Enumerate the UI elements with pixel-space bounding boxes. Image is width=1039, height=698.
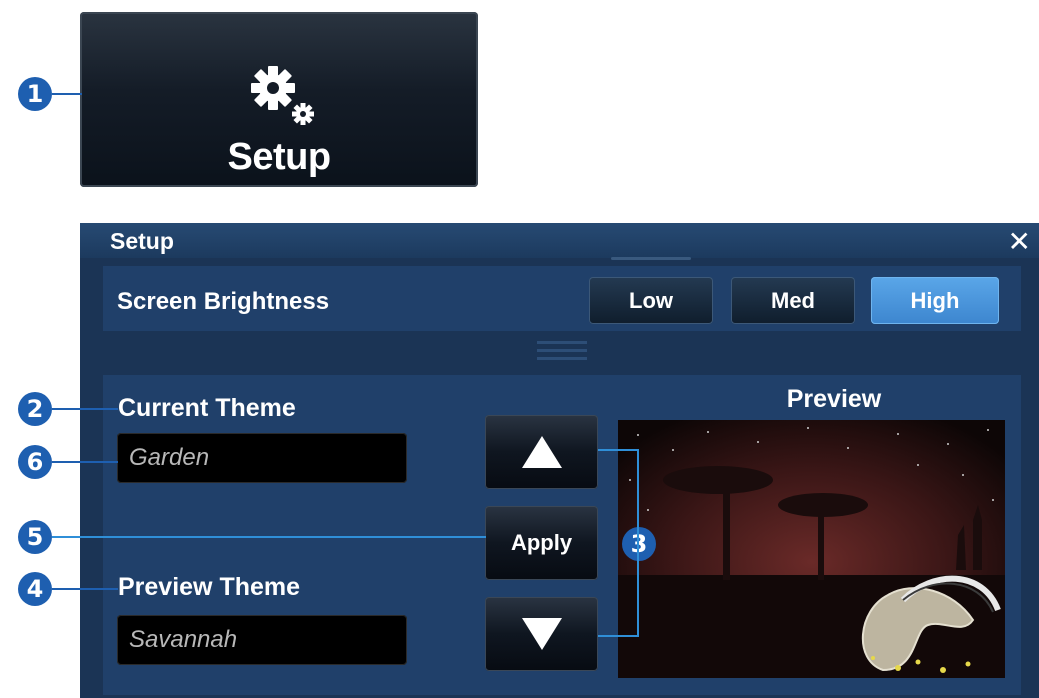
next-theme-button[interactable] (485, 597, 598, 671)
preview-theme-label: Preview Theme (118, 573, 301, 601)
drag-handle-top[interactable] (611, 257, 691, 260)
brightness-label: Screen Brightness (117, 288, 330, 315)
apply-button[interactable]: Apply (485, 506, 598, 580)
preview-theme-value: Savannah (129, 626, 238, 653)
callout-4: 4 (18, 572, 52, 606)
theme-preview-image (618, 420, 1005, 678)
callout-5-line (52, 536, 486, 538)
current-theme-label: Current Theme (118, 394, 296, 422)
brightness-high-button[interactable]: High (871, 277, 999, 324)
theme-panel: Current Theme Garden Preview Theme Savan… (103, 375, 1021, 695)
current-theme-field: Garden (117, 433, 407, 483)
callout-3-bracket (598, 449, 639, 637)
current-theme-value: Garden (129, 444, 210, 471)
callout-6: 6 (18, 445, 52, 479)
callout-2: 2 (18, 392, 52, 426)
callout-4-line (52, 588, 118, 590)
brightness-row: Screen Brightness Low Med High (103, 266, 1021, 331)
savannah-preview-picture (618, 420, 1005, 678)
setup-launcher-label: Setup (227, 136, 331, 178)
setup-launcher-button[interactable]: Setup (80, 12, 478, 187)
triangle-up-icon (521, 436, 562, 468)
callout-1: 1 (18, 77, 52, 111)
preview-theme-field: Savannah (117, 615, 407, 665)
setup-dialog: Setup ✕ Screen Brightness Low Med High C… (80, 223, 1039, 698)
gears-icon (251, 66, 314, 125)
previous-theme-button[interactable] (485, 415, 598, 489)
close-icon[interactable]: ✕ (1008, 225, 1031, 258)
callout-6-line (52, 461, 118, 463)
triangle-down-icon (521, 618, 562, 650)
callout-5: 5 (18, 520, 52, 554)
brightness-low-button[interactable]: Low (589, 277, 713, 324)
callout-2-line (52, 408, 118, 410)
brightness-med-button[interactable]: Med (731, 277, 855, 324)
dialog-title: Setup (110, 228, 174, 254)
callout-1-line (52, 93, 82, 95)
dialog-titlebar: Setup ✕ (80, 223, 1039, 258)
preview-title: Preview (786, 385, 882, 413)
